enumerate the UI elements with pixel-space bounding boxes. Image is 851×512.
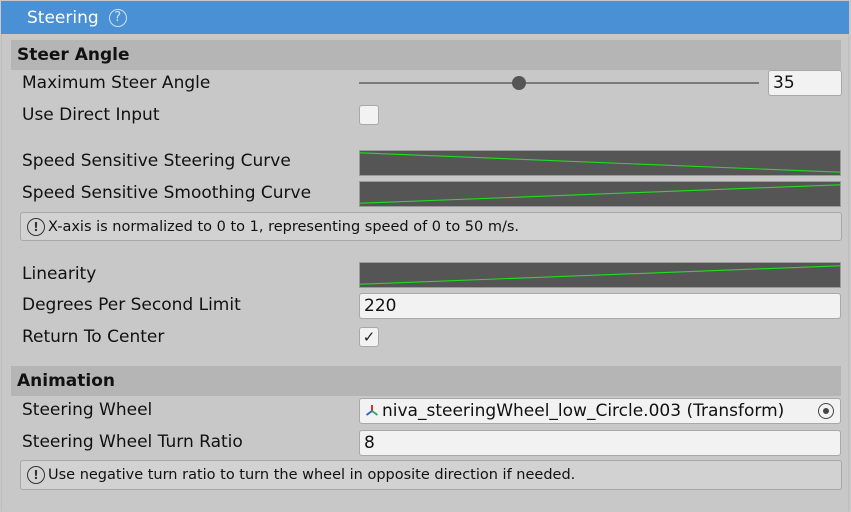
steering-wheel-label: Steering Wheel <box>22 400 153 420</box>
max-steer-angle-slider-thumb[interactable] <box>512 76 526 90</box>
info-icon: ! <box>27 466 45 484</box>
speed-steering-curve-label: Speed Sensitive Steering Curve <box>22 151 291 171</box>
return-to-center-label: Return To Center <box>22 327 165 347</box>
linearity-curve-field[interactable] <box>359 262 841 288</box>
speed-help-box: ! X-axis is normalized to 0 to 1, repres… <box>20 212 842 241</box>
object-picker-icon[interactable] <box>818 403 834 419</box>
turn-ratio-label: Steering Wheel Turn Ratio <box>22 432 243 452</box>
use-direct-input-checkbox[interactable] <box>359 105 379 125</box>
curve-line <box>360 184 840 204</box>
curve-line <box>360 265 840 285</box>
speed-smoothing-curve-field[interactable] <box>359 181 841 207</box>
section-animation: Animation <box>11 366 841 396</box>
turn-ratio-help-box: ! Use negative turn ratio to turn the wh… <box>20 460 842 490</box>
return-to-center-checkbox[interactable]: ✓ <box>359 327 379 347</box>
linearity-label: Linearity <box>22 264 97 284</box>
steering-wheel-object-field[interactable]: niva_steeringWheel_low_Circle.003 (Trans… <box>359 398 841 424</box>
checkmark-icon: ✓ <box>362 328 376 346</box>
inspector-header[interactable]: Steering ? <box>1 1 849 34</box>
degrees-per-second-input[interactable]: 220 <box>359 293 841 319</box>
degrees-per-second-label: Degrees Per Second Limit <box>22 295 241 315</box>
info-icon: ! <box>27 217 45 236</box>
speed-smoothing-curve-label: Speed Sensitive Smoothing Curve <box>22 183 312 203</box>
section-steer-angle: Steer Angle <box>11 40 841 70</box>
turn-ratio-input[interactable]: 8 <box>359 430 841 456</box>
turn-ratio-help-text: Use negative turn ratio to turn the whee… <box>48 467 576 483</box>
help-icon[interactable]: ? <box>108 8 127 27</box>
steering-panel: Steer Angle Maximum Steer Angle 35 Use D… <box>1 34 849 511</box>
transform-icon <box>365 405 379 416</box>
max-steer-angle-input[interactable]: 35 <box>768 70 842 96</box>
component-title: Steering <box>27 7 99 28</box>
use-direct-input-label: Use Direct Input <box>22 105 160 125</box>
steering-wheel-value: niva_steeringWheel_low_Circle.003 (Trans… <box>382 401 785 421</box>
max-steer-angle-slider-track[interactable] <box>359 82 759 84</box>
speed-help-text: X-axis is normalized to 0 to 1, represen… <box>48 218 520 235</box>
max-steer-angle-label: Maximum Steer Angle <box>22 73 211 93</box>
curve-line <box>360 152 840 173</box>
speed-steering-curve-field[interactable] <box>359 150 841 176</box>
